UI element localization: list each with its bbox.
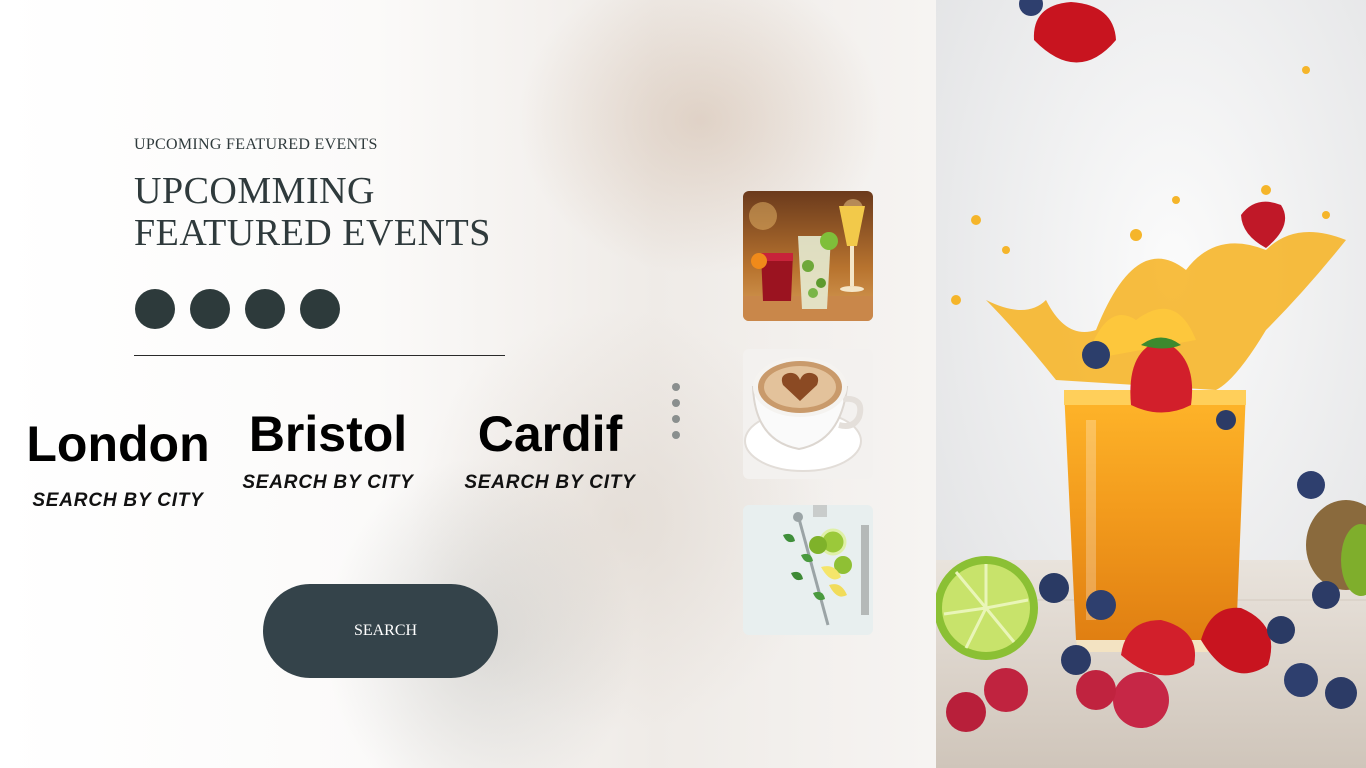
lime-mint-photo[interactable] (743, 505, 873, 635)
juice-hero-photo (936, 0, 1366, 768)
left-panel: UPCOMING FEATURED EVENTS UPCOMMING FEATU… (0, 0, 936, 768)
city-london[interactable]: London SEARCH BY CITY (18, 416, 218, 512)
cocktails-photo[interactable] (743, 191, 873, 321)
dot-4[interactable] (300, 289, 340, 329)
carousel-dots (135, 289, 340, 329)
dot-2[interactable] (190, 289, 230, 329)
more-options-icon[interactable] (672, 383, 680, 439)
city-bristol[interactable]: Bristol SEARCH BY CITY (228, 406, 428, 494)
city-cardif[interactable]: Cardif SEARCH BY CITY (450, 406, 650, 494)
dot-1[interactable] (135, 289, 175, 329)
city-name: London (26, 416, 210, 472)
latte-heart-photo[interactable] (743, 349, 873, 479)
search-button[interactable]: SEARCH (263, 584, 498, 678)
city-subtitle: SEARCH BY CITY (32, 490, 204, 511)
city-subtitle: SEARCH BY CITY (242, 472, 414, 493)
eyebrow-heading: UPCOMING FEATURED EVENTS (134, 136, 378, 153)
dot-3[interactable] (245, 289, 285, 329)
page-title: UPCOMMING FEATURED EVENTS (134, 170, 491, 254)
city-name: Bristol (248, 406, 408, 462)
city-subtitle: SEARCH BY CITY (464, 472, 636, 493)
divider (134, 355, 505, 356)
city-name: Cardif (477, 406, 623, 462)
